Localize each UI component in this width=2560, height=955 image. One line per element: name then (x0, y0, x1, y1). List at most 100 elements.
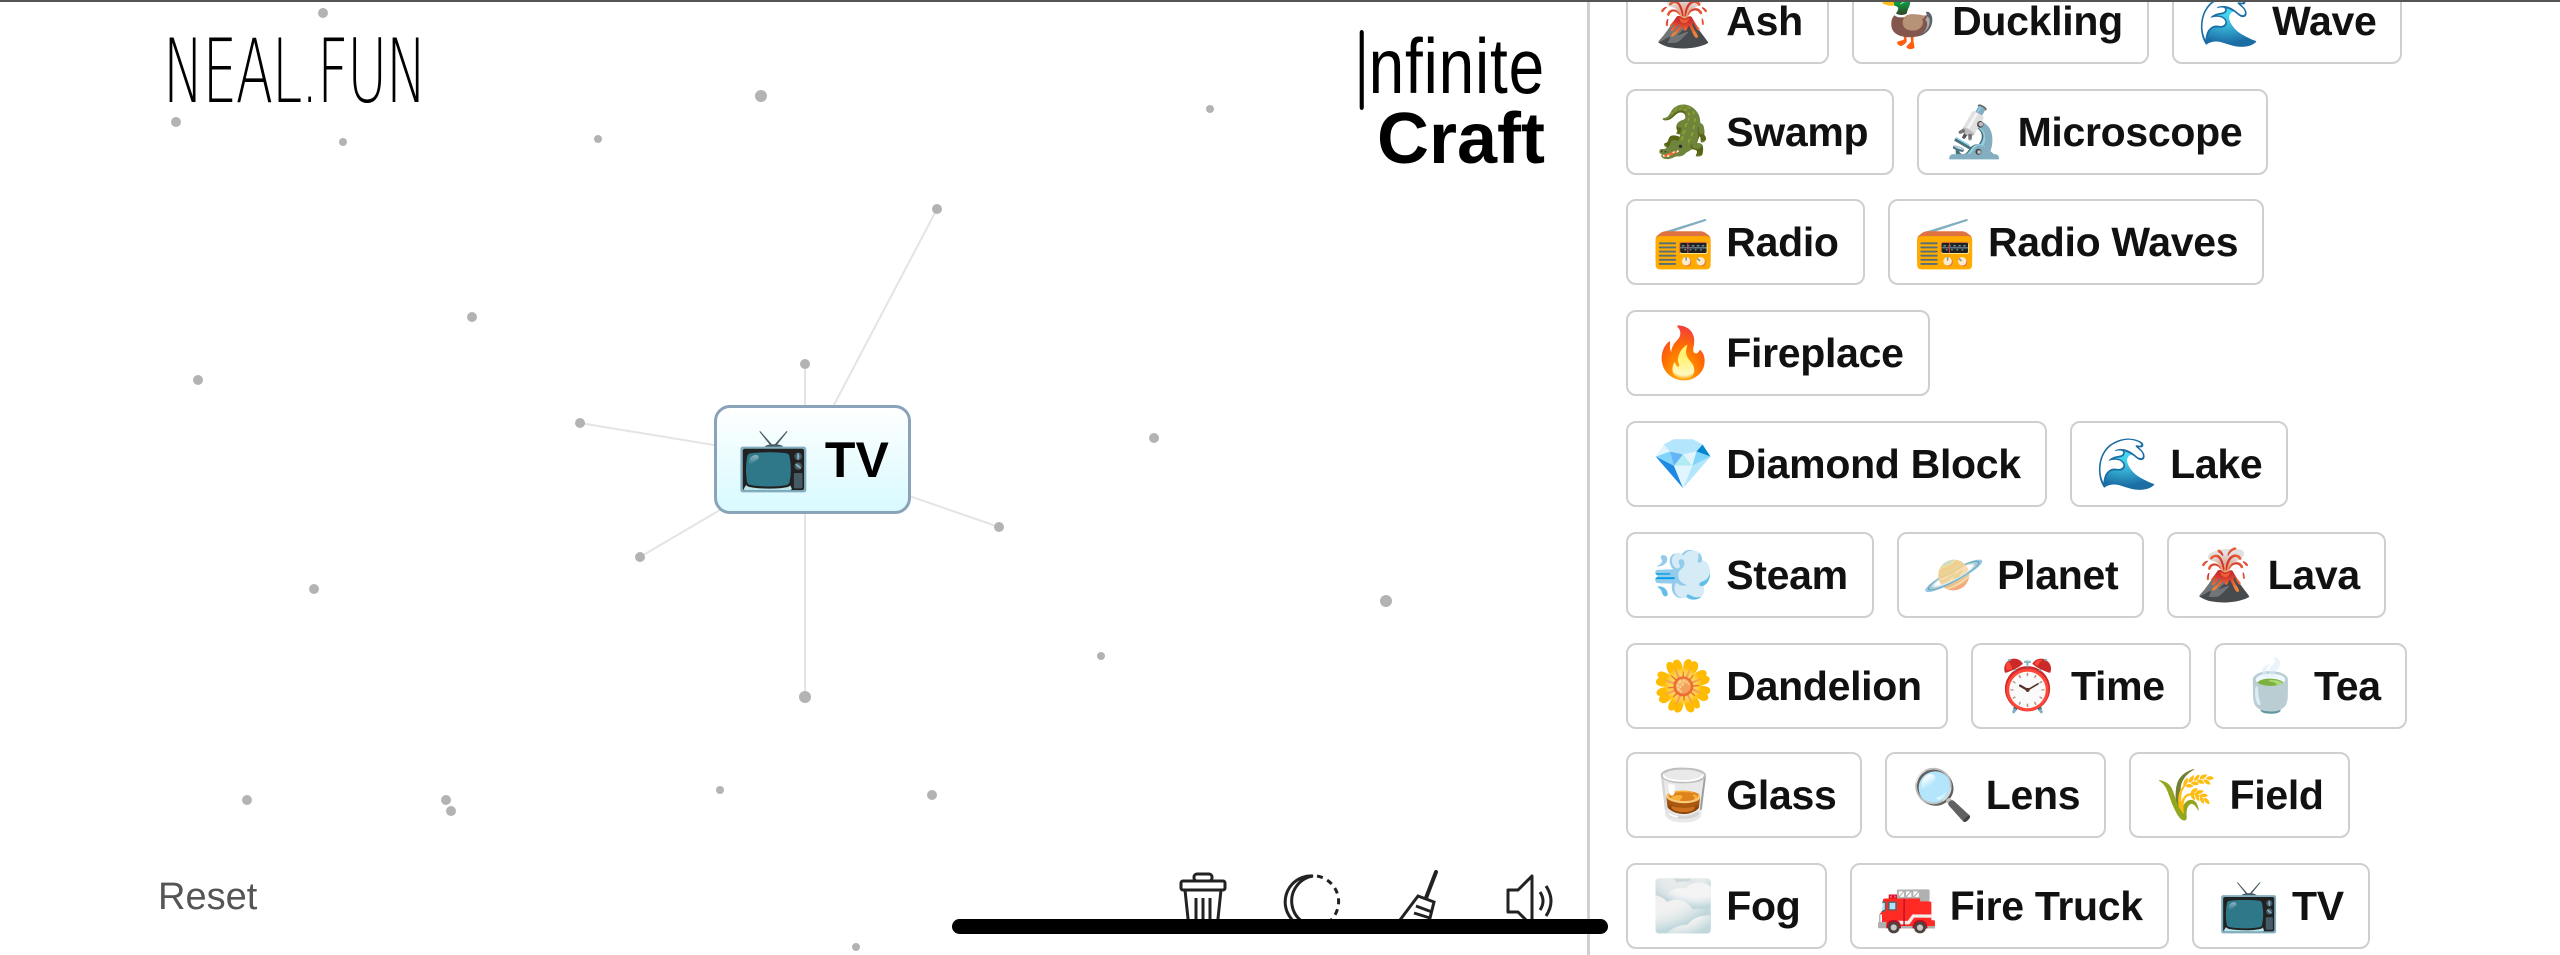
particle-dot (594, 135, 602, 143)
inventory-item-steam[interactable]: 💨 Steam (1626, 532, 1874, 618)
inventory-item-wave[interactable]: 🌊 Wave (2171, 0, 2403, 64)
window-top-border (0, 0, 2560, 2)
tv-icon: 📺 (736, 425, 811, 493)
particle-dot (852, 943, 860, 951)
particle-dot (799, 691, 811, 703)
particle-dot (1380, 595, 1392, 607)
inventory-item-lens[interactable]: 🔍 Lens (1885, 752, 2107, 838)
inventory-item-glass[interactable]: 🥃 Glass (1626, 752, 1863, 838)
particle-dot (800, 359, 810, 369)
inventory-item-radio[interactable]: 📻 Radio (1626, 199, 1865, 285)
radio-waves-icon: 📻 (1913, 214, 1976, 270)
inventory-row: 💨 Steam 🪐 Planet 🌋 Lava (1626, 532, 2386, 618)
fog-icon: 🌫️ (1652, 878, 1715, 934)
time-icon: ⏰ (1996, 658, 2060, 714)
app-title-craft: Craft (1376, 99, 1545, 179)
particle-dot (318, 8, 328, 18)
planet-icon: 🪐 (1922, 547, 1986, 603)
steam-icon: 💨 (1652, 547, 1715, 603)
crafting-canvas[interactable]: NEAL.FUN nfinite Craft 📺 TV Reset (0, 0, 1588, 955)
swamp-icon: 🐊 (1652, 104, 1715, 160)
inventory-item-ash[interactable]: 🌋 Ash (1626, 0, 1829, 64)
particle-dot (994, 522, 1004, 532)
inventory-item-label: Microscope (2017, 108, 2243, 155)
inventory-item-label: Planet (1997, 551, 2119, 598)
canvas-item-label: TV (824, 431, 889, 488)
particle-dot (635, 552, 645, 562)
inventory-item-label: Steam (1726, 551, 1848, 598)
inventory-item-label: Diamond Block (1726, 440, 2021, 487)
inventory-item-lava[interactable]: 🌋 Lava (2167, 532, 2386, 618)
wave-icon: 🌊 (2197, 0, 2261, 49)
inventory-item-label: Lava (2267, 551, 2361, 598)
particle-dot (575, 418, 585, 428)
particle-dot (755, 90, 767, 102)
inventory-item-label: Duckling (1952, 0, 2123, 44)
reset-button[interactable]: Reset (158, 876, 257, 919)
inventory-item-fire-truck[interactable]: 🚒 Fire Truck (1849, 863, 2169, 949)
inventory-item-label: Field (2229, 771, 2324, 818)
particle-dot (932, 204, 942, 214)
particle-dot (193, 375, 203, 385)
inventory-item-label: Dandelion (1726, 662, 1922, 709)
inventory-item-microscope[interactable]: 🔬 Microscope (1917, 89, 2269, 175)
inventory-item-tv[interactable]: 📺 TV (2191, 863, 2370, 949)
inventory-item-lake[interactable]: 🌊 Lake (2069, 421, 2289, 507)
particle-dot (1149, 433, 1159, 443)
particle-dot (339, 138, 347, 146)
inventory-item-time[interactable]: ⏰ Time (1970, 643, 2191, 729)
inventory-item-radio-waves[interactable]: 📻 Radio Waves (1887, 199, 2265, 285)
inventory-item-fog[interactable]: 🌫️ Fog (1626, 863, 1827, 949)
lava-icon: 🌋 (2193, 547, 2256, 603)
particle-dot (441, 795, 451, 805)
inventory-item-tea[interactable]: 🍵 Tea (2213, 643, 2407, 729)
inventory-item-label: TV (2292, 882, 2344, 929)
app-title-infinite: nfinite (1217, 26, 1545, 110)
inventory-item-duckling[interactable]: 🦆 Duckling (1851, 0, 2149, 64)
inventory-item-label: Time (2071, 662, 2165, 709)
inventory-row: 🌫️ Fog 🚒 Fire Truck 📺 TV (1626, 863, 2370, 949)
radio-icon: 📻 (1652, 214, 1715, 270)
tv-icon: 📺 (2217, 878, 2281, 934)
inventory-row: 🐊 Swamp 🔬 Microscope (1626, 89, 2269, 175)
inventory-item-label: Wave (2272, 0, 2377, 44)
inventory-row: 📻 Radio 📻 Radio Waves (1626, 199, 2265, 285)
tea-icon: 🍵 (2239, 658, 2303, 714)
element-inventory[interactable]: 🌋 Ash 🦆 Duckling 🌊 Wave 🐊 Swamp 🔬 Microscope 📻 Radi… (1590, 0, 2560, 955)
inventory-item-diamond-block[interactable]: 💎 Diamond Block (1626, 421, 2047, 507)
inventory-item-label: Fire Truck (1949, 882, 2143, 929)
inventory-row: 🌼 Dandelion ⏰ Time 🍵 Tea (1626, 643, 2407, 729)
ash-icon: 🌋 (1652, 0, 1715, 49)
lake-icon: 🌊 (2095, 436, 2159, 492)
inventory-item-label: Swamp (1726, 108, 1869, 155)
app-logo: nfinite Craft (1145, 26, 1545, 179)
inventory-item-planet[interactable]: 🪐 Planet (1896, 532, 2145, 618)
inventory-row: 🌋 Ash 🦆 Duckling 🌊 Wave (1626, 0, 2403, 64)
inventory-item-label: Fog (1726, 882, 1801, 929)
inventory-item-dandelion[interactable]: 🌼 Dandelion (1626, 643, 1948, 729)
fireplace-icon: 🔥 (1652, 325, 1715, 381)
lens-icon: 🔍 (1911, 767, 1974, 823)
inventory-item-label: Glass (1726, 771, 1837, 818)
cursor-i-glyph (1359, 30, 1364, 110)
inventory-row: 🔥 Fireplace (1626, 310, 1930, 396)
particle-dot (1097, 652, 1105, 660)
inventory-item-fireplace[interactable]: 🔥 Fireplace (1626, 310, 1930, 396)
inventory-item-label: Lake (2170, 440, 2263, 487)
particle-dot (927, 790, 937, 800)
inventory-item-field[interactable]: 🌾 Field (2129, 752, 2350, 838)
site-logo[interactable]: NEAL.FUN (163, 28, 427, 116)
inventory-item-label: Tea (2314, 662, 2381, 709)
inventory-item-swamp[interactable]: 🐊 Swamp (1626, 89, 1895, 175)
inventory-row: 🥃 Glass 🔍 Lens 🌾 Field (1626, 752, 2350, 838)
fire-truck-icon: 🚒 (1875, 878, 1938, 934)
particle-dot (446, 806, 456, 816)
inventory-item-label: Fireplace (1726, 329, 1904, 376)
home-indicator (952, 919, 1608, 934)
inventory-row: 💎 Diamond Block 🌊 Lake (1626, 421, 2289, 507)
inventory-item-label: Radio Waves (1987, 218, 2239, 265)
canvas-item-tv[interactable]: 📺 TV (714, 405, 911, 514)
field-icon: 🌾 (2155, 767, 2218, 823)
duckling-icon: 🦆 (1877, 0, 1941, 49)
inventory-item-label: Lens (1985, 771, 2081, 818)
